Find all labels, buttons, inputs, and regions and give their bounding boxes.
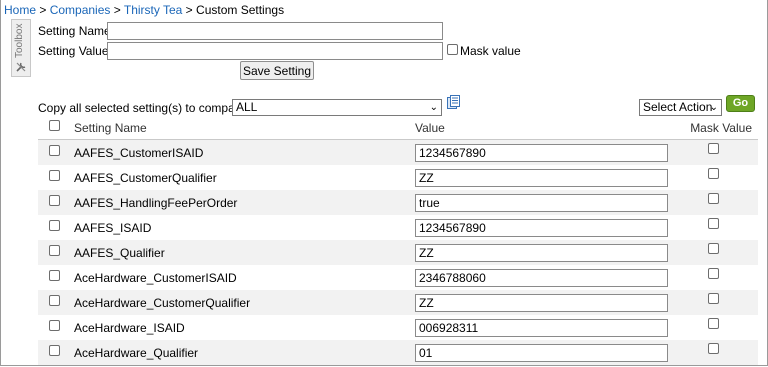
breadcrumb-current: Custom Settings <box>196 3 285 17</box>
row-select-checkbox[interactable] <box>49 344 60 356</box>
table-row: AceHardware_ISAID <box>38 315 758 340</box>
setting-value-input[interactable] <box>415 243 668 262</box>
breadcrumb-home-link[interactable]: Home <box>4 3 36 17</box>
setting-name-cell: AceHardware_Qualifier <box>74 340 415 365</box>
row-select-checkbox[interactable] <box>49 269 60 281</box>
toolbox-tab[interactable]: Toolbox <box>11 19 31 77</box>
setting-value-input[interactable] <box>107 42 443 60</box>
select-all-checkbox[interactable] <box>49 120 60 131</box>
row-select-checkbox[interactable] <box>49 169 60 181</box>
setting-value-input[interactable] <box>415 193 668 212</box>
row-mask-checkbox[interactable] <box>708 267 719 279</box>
setting-name-label: Setting Name: <box>38 24 115 38</box>
table-header-row: Setting Name Value Mask Value <box>38 117 758 140</box>
company-select-value: ALL <box>236 100 258 114</box>
copy-document-icon[interactable] <box>447 95 461 111</box>
breadcrumb-separator: > <box>36 3 50 17</box>
row-mask-checkbox[interactable] <box>708 167 719 179</box>
row-select-checkbox[interactable] <box>49 294 60 306</box>
header-mask-value: Mask Value <box>685 117 758 140</box>
breadcrumb-company-link[interactable]: Thirsty Tea <box>124 3 182 17</box>
setting-value-input[interactable] <box>415 343 668 362</box>
row-mask-checkbox[interactable] <box>708 242 719 254</box>
table-row: AAFES_Qualifier <box>38 240 758 265</box>
table-row: AAFES_CustomerQualifier <box>38 165 758 190</box>
company-select[interactable]: ALL ⌄ <box>232 99 442 116</box>
setting-value-input[interactable] <box>415 218 668 237</box>
action-select[interactable]: Select Action ⌄ <box>639 99 722 116</box>
setting-name-cell: AAFES_Qualifier <box>74 240 415 265</box>
breadcrumb-separator: > <box>182 3 197 17</box>
setting-name-cell: AAFES_CustomerISAID <box>74 139 415 165</box>
table-row: AAFES_CustomerISAID <box>38 139 758 165</box>
row-mask-checkbox[interactable] <box>708 142 719 154</box>
breadcrumb-separator: > <box>110 3 124 17</box>
row-mask-checkbox[interactable] <box>708 292 719 304</box>
setting-name-cell: AAFES_CustomerQualifier <box>74 165 415 190</box>
setting-name-input[interactable] <box>107 22 443 40</box>
header-value: Value <box>415 117 685 140</box>
breadcrumb: Home > Companies > Thirsty Tea > Custom … <box>4 3 284 17</box>
setting-value-input[interactable] <box>415 268 668 287</box>
setting-value-input[interactable] <box>415 293 668 312</box>
setting-value-label: Setting Value <box>38 44 109 58</box>
row-select-checkbox[interactable] <box>49 144 60 156</box>
header-select-cell <box>38 117 74 140</box>
go-button[interactable]: Go <box>726 95 755 112</box>
header-setting-name: Setting Name <box>74 117 415 140</box>
table-row: AceHardware_CustomerQualifier <box>38 290 758 315</box>
setting-value-input[interactable] <box>415 143 668 162</box>
chevron-down-icon: ⌄ <box>429 102 438 113</box>
row-mask-checkbox[interactable] <box>708 317 719 329</box>
tools-icon <box>16 62 26 72</box>
row-select-checkbox[interactable] <box>49 319 60 331</box>
setting-name-cell: AceHardware_CustomerISAID <box>74 265 415 290</box>
table-row: AceHardware_Qualifier <box>38 340 758 365</box>
settings-table: Setting Name Value Mask Value AAFES_Cust… <box>38 117 758 365</box>
setting-name-cell: AceHardware_ISAID <box>74 315 415 340</box>
mask-value-checkbox[interactable] <box>447 44 458 55</box>
setting-name-cell: AAFES_HandlingFeePerOrder <box>74 190 415 215</box>
row-mask-checkbox[interactable] <box>708 342 719 354</box>
breadcrumb-companies-link[interactable]: Companies <box>50 3 111 17</box>
setting-value-input[interactable] <box>415 168 668 187</box>
action-select-value: Select Action <box>643 100 713 114</box>
setting-value-input[interactable] <box>415 318 668 337</box>
save-setting-button[interactable]: Save Setting <box>240 61 314 80</box>
row-mask-checkbox[interactable] <box>708 217 719 229</box>
chevron-down-icon: ⌄ <box>709 102 718 113</box>
row-select-checkbox[interactable] <box>49 219 60 231</box>
copy-settings-label: Copy all selected setting(s) to company <box>38 101 248 115</box>
table-row: AAFES_ISAID <box>38 215 758 240</box>
row-select-checkbox[interactable] <box>49 194 60 206</box>
row-mask-checkbox[interactable] <box>708 192 719 204</box>
mask-value-label: Mask value <box>460 44 521 58</box>
toolbox-label: Toolbox <box>14 23 25 58</box>
setting-name-cell: AceHardware_CustomerQualifier <box>74 290 415 315</box>
setting-name-cell: AAFES_ISAID <box>74 215 415 240</box>
row-select-checkbox[interactable] <box>49 244 60 256</box>
table-row: AceHardware_CustomerISAID <box>38 265 758 290</box>
table-row: AAFES_HandlingFeePerOrder <box>38 190 758 215</box>
